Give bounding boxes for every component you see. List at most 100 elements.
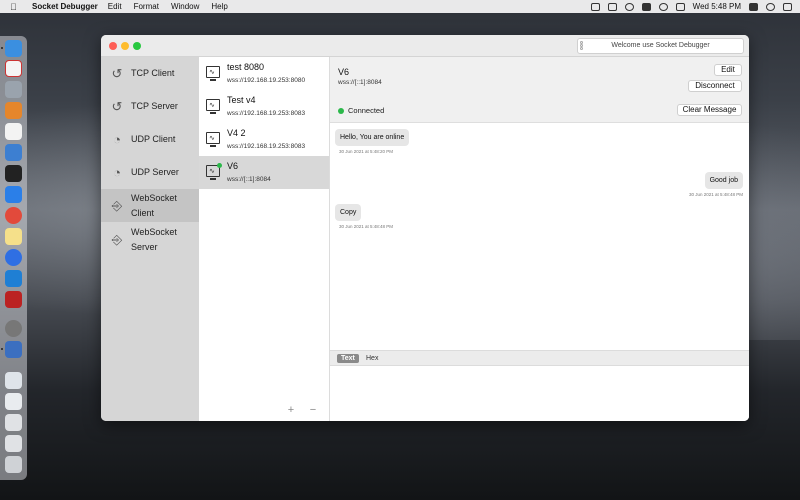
xcode-icon[interactable] (5, 186, 22, 203)
apple-menu-icon[interactable]:  (10, 2, 24, 12)
typora-icon[interactable] (5, 123, 22, 140)
message-bubble: Copy (335, 204, 362, 221)
sidebar-item-websocket-client[interactable]: ⎆ WebSocket Client (101, 189, 199, 222)
connection-status: Connected (348, 106, 385, 115)
tab-text[interactable]: Text (337, 354, 359, 363)
connection-item[interactable]: ∿ test 8080 wss://192.168.19.253:8080 (199, 57, 329, 90)
detail-pane: V6 wss://[::1]:8084 Edit Disconnect Conn… (330, 57, 749, 421)
remove-connection-button[interactable]: − (307, 404, 319, 416)
socket-debugger-dock-icon[interactable] (5, 341, 22, 358)
chrome-icon[interactable] (5, 207, 22, 224)
sidebar-item-udp-server[interactable]: ◔ UDP Server (101, 156, 199, 189)
connection-item[interactable]: ∿ Test v4 wss://192.168.19.253:8083 (199, 90, 329, 123)
input-source-icon[interactable] (590, 2, 600, 11)
connection-name: V6 (227, 161, 239, 171)
control-center-icon[interactable] (783, 2, 792, 11)
menu-edit[interactable]: Edit (108, 2, 122, 11)
message-timestamp: 30 Jun 2021 at 5:48:48 PM (688, 192, 743, 197)
message-received: Copy 30 Jun 2021 at 5:48:48 PM (335, 204, 393, 229)
tcp-icon: ↺ (111, 65, 123, 81)
menu-help[interactable]: Help (211, 2, 227, 11)
monitor-icon: ∿ (206, 99, 220, 114)
message-timestamp: 30 Jun 2021 at 5:48:48 PM (339, 224, 394, 229)
sidebar-item-label: WebSocket Server (131, 225, 177, 255)
spotlight-search-icon[interactable] (766, 2, 775, 11)
monitor-icon: ∿ (206, 66, 220, 81)
connection-title: V6 (338, 67, 350, 77)
welcome-text: Welcome use Socket Debugger (611, 42, 710, 49)
battery-icon[interactable] (641, 2, 651, 11)
sidebar-item-label: UDP Server (131, 167, 179, 177)
dock (0, 36, 27, 480)
launchpad-icon[interactable] (5, 81, 22, 98)
connection-item[interactable]: ∿ V4 2 wss://192.168.19.253:8083 (199, 123, 329, 156)
sidebar-item-label: WebSocket Client (131, 191, 177, 221)
calendar-icon[interactable] (5, 60, 22, 77)
tcp-icon: ↺ (111, 98, 123, 114)
downloads-folder-icon[interactable] (5, 393, 22, 410)
menubar-clock[interactable]: Wed 5:48 PM (693, 2, 741, 11)
bluetooth-icon[interactable] (624, 2, 634, 11)
websocket-icon: ⎆ (111, 197, 123, 213)
wifi-icon[interactable] (658, 2, 668, 11)
dock-running-dot (1, 47, 3, 49)
message-received: Hello, You are online 30 Jun 2021 at 5:4… (335, 129, 410, 154)
menu-window[interactable]: Window (171, 2, 199, 11)
label-line: Server (131, 241, 158, 252)
connection-address: wss://[::1]:8084 (338, 79, 382, 86)
document-folder-icon[interactable] (5, 372, 22, 389)
message-log: Hello, You are online 30 Jun 2021 at 5:4… (330, 123, 749, 350)
grip-icon (580, 41, 584, 51)
label-line: Client (131, 207, 155, 218)
dock-running-dot (1, 348, 3, 350)
connection-list: ∿ test 8080 wss://192.168.19.253:8080 ∿ … (199, 57, 330, 421)
clear-message-button[interactable]: Clear Message (677, 104, 742, 116)
message-bubble: Good job (704, 172, 743, 189)
zoom-button[interactable] (133, 42, 141, 50)
screenshot-folder-icon[interactable] (5, 414, 22, 431)
preview-icon[interactable] (5, 144, 22, 161)
edit-button[interactable]: Edit (714, 64, 742, 76)
minimize-button[interactable] (121, 42, 129, 50)
welcome-field: Welcome use Socket Debugger (577, 38, 744, 54)
message-input[interactable] (330, 366, 749, 421)
sublime-text-icon[interactable] (5, 102, 22, 119)
vscode-icon[interactable] (5, 270, 22, 287)
app-status-icon[interactable] (749, 2, 758, 11)
sidebar-item-tcp-server[interactable]: ↺ TCP Server (101, 90, 199, 123)
menu-format[interactable]: Format (134, 2, 159, 11)
online-indicator (217, 163, 222, 168)
input-mode-tabs: Text Hex (330, 350, 749, 366)
notes-icon[interactable] (5, 228, 22, 245)
connection-item-selected[interactable]: ∿ V6 wss://[::1]:8084 (199, 156, 329, 189)
title-bar: Welcome use Socket Debugger (101, 35, 749, 57)
volume-icon[interactable] (675, 2, 685, 11)
tab-hex[interactable]: Hex (362, 354, 382, 363)
label-line: WebSocket (131, 226, 177, 237)
maps-icon[interactable] (5, 249, 22, 266)
close-button[interactable] (109, 42, 117, 50)
sidebar-item-label: TCP Server (131, 101, 178, 111)
websocket-icon: ⎆ (111, 231, 123, 247)
list-footer: + − (199, 401, 329, 421)
menu-app-name[interactable]: Socket Debugger (32, 2, 98, 11)
socket-debugger-window: Welcome use Socket Debugger ↺ TCP Client… (101, 35, 749, 421)
detail-header: V6 wss://[::1]:8084 Edit Disconnect Conn… (330, 57, 749, 123)
system-preferences-icon[interactable] (5, 320, 22, 337)
sidebar-item-label: UDP Client (131, 134, 176, 144)
message-bubble: Hello, You are online (335, 129, 410, 146)
terminal-icon[interactable] (5, 165, 22, 182)
sidebar-item-tcp-client[interactable]: ↺ TCP Client (101, 57, 199, 90)
add-connection-button[interactable]: + (285, 404, 297, 416)
recent-folder-icon[interactable] (5, 435, 22, 452)
finder-icon[interactable] (5, 40, 22, 57)
disconnect-button[interactable]: Disconnect (688, 80, 742, 92)
sidebar-item-udp-client[interactable]: ◔ UDP Client (101, 123, 199, 156)
sidebar: ↺ TCP Client ↺ TCP Server ◔ UDP Client ◔… (101, 57, 199, 421)
airplay-icon[interactable] (607, 2, 617, 11)
dictionary-icon[interactable] (5, 291, 22, 308)
udp-icon: ◔ (113, 132, 121, 147)
trash-icon[interactable] (5, 456, 22, 473)
label-line: WebSocket (131, 192, 177, 203)
sidebar-item-websocket-server[interactable]: ⎆ WebSocket Server (101, 223, 199, 256)
